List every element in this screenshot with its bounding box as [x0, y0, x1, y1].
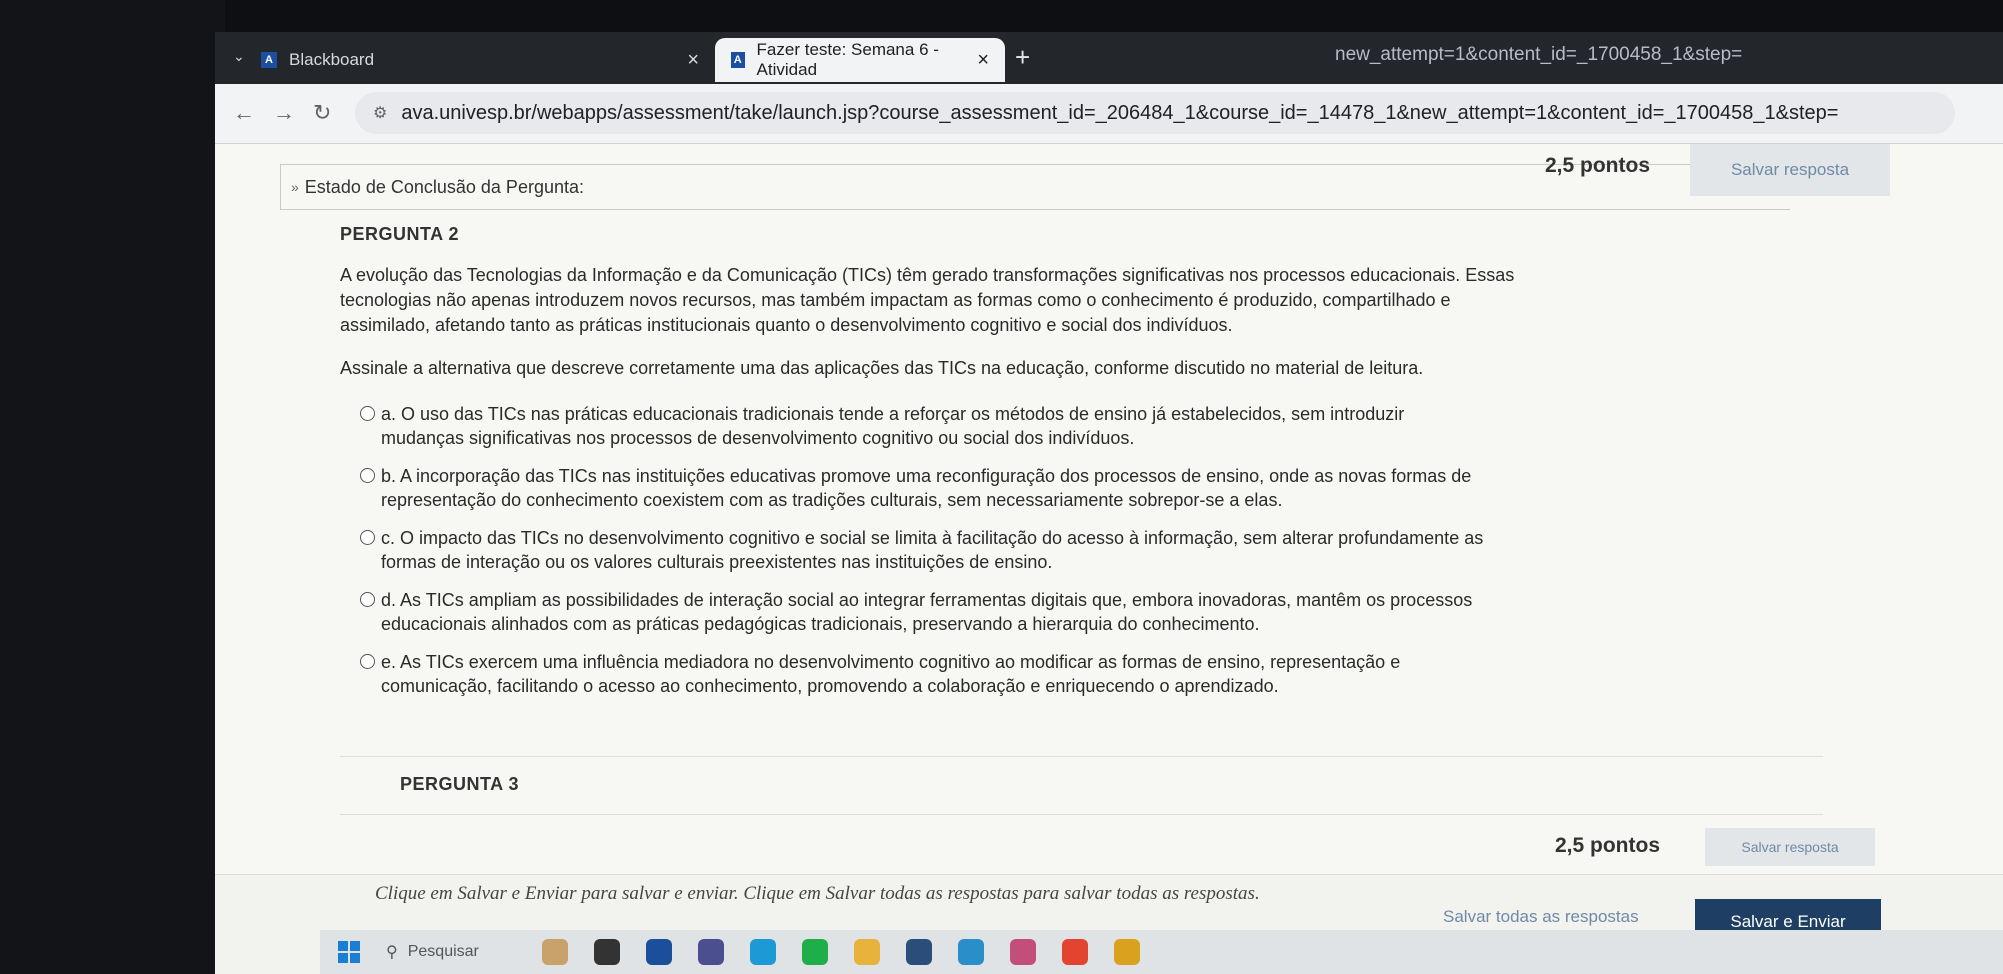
option-text: b. A incorporação das TICs nas instituiç… [381, 466, 1472, 510]
tab-title: Fazer teste: Semana 6 - Atividad [756, 40, 939, 79]
tab-title: Blackboard [289, 50, 375, 69]
assessment-page: » Estado de Conclusão da Pergunta: 2,5 p… [215, 144, 2003, 874]
edge-icon[interactable] [750, 939, 776, 965]
radio-button[interactable] [360, 592, 375, 607]
store-icon[interactable] [906, 939, 932, 965]
radio-button[interactable] [360, 530, 375, 545]
blackboard-icon: A [731, 52, 745, 68]
site-settings-icon[interactable]: ⚙ [373, 103, 387, 123]
option-text: c. O impacto das TICs no desenvolvimento… [381, 528, 1484, 572]
taskbar-search[interactable]: ⚲ Pesquisar [386, 942, 516, 962]
background-dark-area [0, 0, 225, 974]
taskbar: ⚲ Pesquisar [320, 930, 2003, 974]
expand-arrow-icon: » [291, 179, 299, 195]
question-body: A evolução das Tecnologias da Informação… [340, 265, 1515, 335]
blackboard-icon: A [261, 52, 277, 68]
file-explorer-icon[interactable] [646, 939, 672, 965]
search-icon: ⚲ [386, 944, 398, 961]
question-title: PERGUNTA 2 [340, 224, 460, 244]
option-e[interactable]: e. As TICs exercem uma influência mediad… [360, 650, 1490, 698]
completion-status-label: Estado de Conclusão da Pergunta: [304, 176, 584, 197]
windows-start-icon[interactable] [338, 941, 360, 963]
radio-button[interactable] [360, 654, 375, 669]
radio-button[interactable] [360, 406, 375, 421]
address-bar[interactable]: ⚙ ava.univesp.br/webapps/assessment/take… [355, 92, 1955, 134]
url-overflow-text: new_attempt=1&content_id=_1700458_1&step… [1335, 44, 1743, 65]
browser-toolbar: ← → ↻ ⚙ ava.univesp.br/webapps/assessmen… [215, 84, 2003, 144]
tab-blackboard[interactable]: A Blackboard × [245, 38, 715, 82]
url-text: ava.univesp.br/webapps/assessment/take/l… [401, 101, 1839, 124]
question-2: PERGUNTA 2 A evolução das Tecnologias da… [340, 224, 1640, 712]
option-c[interactable]: c. O impacto das TICs no desenvolvimento… [360, 526, 1490, 574]
teams-icon[interactable] [698, 939, 724, 965]
back-icon[interactable]: ← [233, 100, 255, 126]
new-tab-icon[interactable]: + [1015, 42, 1030, 73]
divider [340, 814, 1823, 815]
folder-icon[interactable] [854, 939, 880, 965]
option-d[interactable]: d. As TICs ampliam as possibilidades de … [360, 588, 1490, 636]
question-2-points: 2,5 pontos [1545, 154, 1651, 177]
chrome-canary-icon[interactable] [1114, 939, 1140, 965]
option-a[interactable]: a. O uso das TICs nas práticas educacion… [360, 402, 1490, 450]
forward-icon[interactable]: → [273, 100, 295, 126]
tab-assessment[interactable]: A Fazer teste: Semana 6 - Atividad × [715, 38, 1005, 82]
footer-instructions: Clique em Salvar e Enviar para salvar e … [375, 883, 1260, 904]
question-3-title: PERGUNTA 3 [400, 774, 520, 794]
close-icon[interactable]: × [977, 49, 989, 72]
widgets-icon[interactable] [542, 939, 568, 965]
save-answer-button-q3[interactable]: Salvar resposta [1705, 828, 1875, 866]
option-text: a. O uso das TICs nas práticas educacion… [381, 404, 1405, 448]
radio-button[interactable] [360, 468, 375, 483]
task-view-icon[interactable] [594, 939, 620, 965]
option-text: d. As TICs ampliam as possibilidades de … [381, 590, 1473, 634]
search-placeholder: Pesquisar [407, 943, 479, 960]
option-text: e. As TICs exercem uma influência mediad… [381, 652, 1401, 696]
tab-strip: ⌄ A Blackboard × A Fazer teste: Semana 6… [215, 32, 2003, 84]
app-icon[interactable] [1010, 939, 1036, 965]
question-prompt: Assinale a alternativa que descreve corr… [340, 358, 1424, 378]
save-answer-button[interactable]: Salvar resposta [1690, 144, 1890, 196]
option-b[interactable]: b. A incorporação das TICs nas instituiç… [360, 464, 1490, 512]
save-all-answers-button[interactable]: Salvar todas as respostas [1443, 907, 1639, 927]
spotify-icon[interactable] [802, 939, 828, 965]
tab-list-chevron-icon[interactable]: ⌄ [233, 48, 245, 65]
answer-options: a. O uso das TICs nas práticas educacion… [340, 402, 1640, 698]
chrome-icon[interactable] [1062, 939, 1088, 965]
close-icon[interactable]: × [687, 49, 699, 72]
question-3-points: 2,5 pontos [1555, 834, 1661, 857]
reload-icon[interactable]: ↻ [313, 100, 331, 126]
divider [340, 756, 1823, 757]
mail-icon[interactable] [958, 939, 984, 965]
